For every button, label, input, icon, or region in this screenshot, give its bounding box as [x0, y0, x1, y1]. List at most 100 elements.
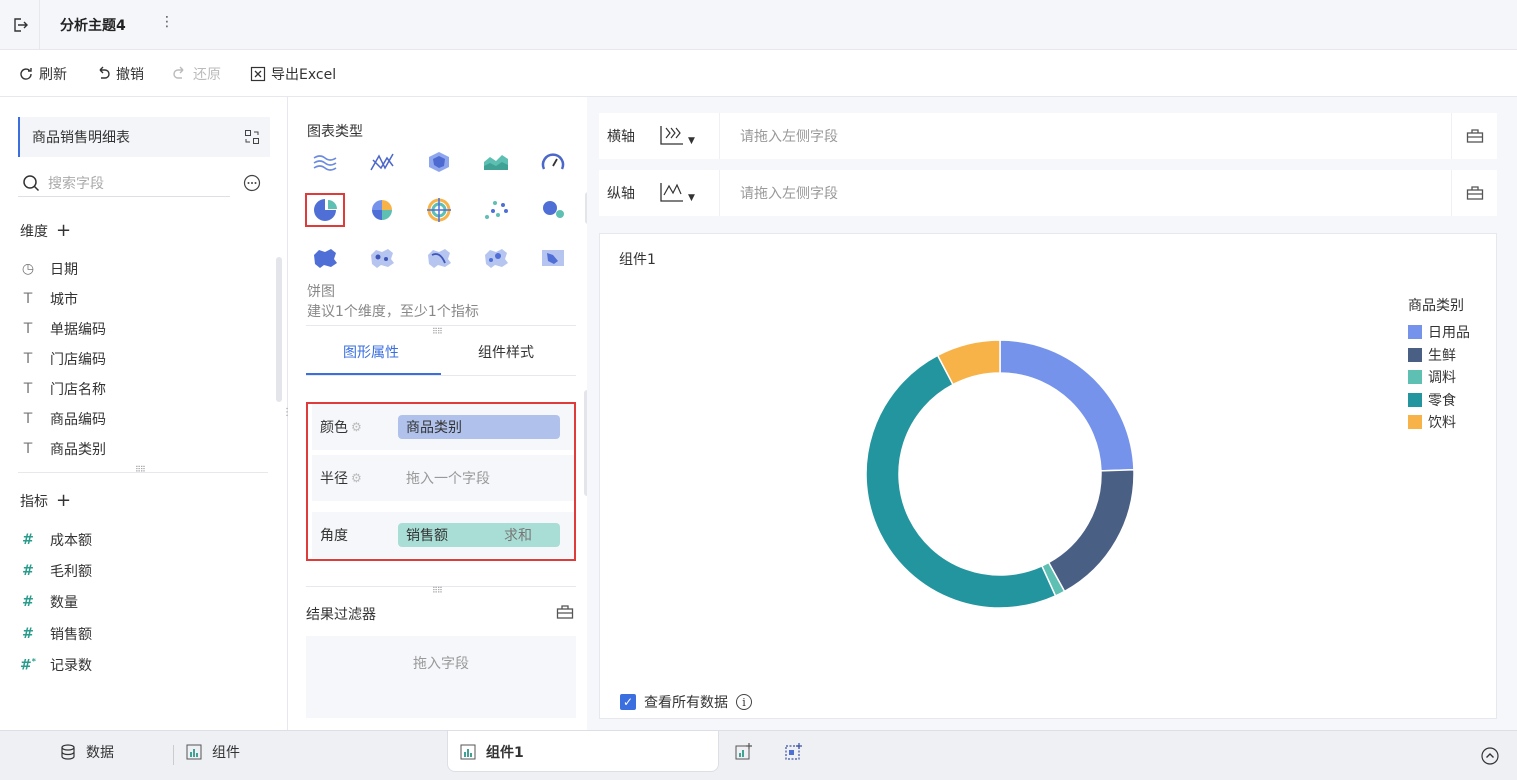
dataset-selector[interactable]: 商品销售明细表 [18, 117, 270, 157]
measures-header: 指标 + [20, 490, 71, 511]
redo-button[interactable]: 还原 [172, 64, 221, 84]
dimension-item[interactable]: ◷ 日期 [20, 259, 78, 279]
radius-drop-zone[interactable]: 拖入一个字段 [398, 466, 560, 490]
add-component-icon[interactable] [735, 743, 753, 765]
y-axis-type-icon[interactable]: ▼ [659, 181, 695, 203]
add-dashboard-icon[interactable] [785, 743, 803, 765]
measure-item[interactable]: #* 记录数 [20, 655, 92, 675]
dimension-item[interactable]: T 城市 [20, 289, 78, 309]
legend-swatch [1408, 347, 1422, 362]
legend-item[interactable]: 饮料 [1408, 411, 1470, 434]
x-axis-settings-icon[interactable] [1451, 113, 1497, 159]
dimension-item[interactable]: T 商品编码 [20, 409, 106, 429]
resize-handle[interactable]: ⠿⠿ [135, 465, 146, 474]
exit-icon[interactable] [0, 0, 40, 50]
y-axis-settings-icon[interactable] [1451, 170, 1497, 216]
stream-chart-icon[interactable] [305, 145, 345, 179]
map-chart-icon[interactable] [305, 241, 345, 275]
settings-icon[interactable]: ⚙ [351, 471, 362, 485]
resize-handle[interactable]: ⠿⠿ [432, 586, 443, 595]
dimension-item[interactable]: T 商品类别 [20, 439, 106, 459]
angle-property: 角度 销售额 求和 [312, 512, 574, 558]
field-search-input[interactable]: 搜索字段 [18, 169, 230, 197]
measure-item[interactable]: # 毛利额 [20, 561, 92, 581]
active-tab-label: 组件1 [486, 745, 524, 761]
radar-chart-icon[interactable] [419, 145, 459, 179]
x-axis-type-icon[interactable]: ▼ [659, 124, 695, 146]
number-type-icon: # [22, 563, 34, 579]
graphic-properties: 颜色 ⚙ 商品类别 半径 ⚙ 拖入一个字段 角度 销售额 求和 [306, 402, 576, 561]
pie-slice-2[interactable] [1047, 469, 1135, 593]
active-component-tab[interactable]: 组件1 [447, 731, 719, 772]
heat-map-icon[interactable] [476, 241, 516, 275]
scatter-map-icon[interactable] [362, 241, 402, 275]
dimension-label: 商品编码 [50, 412, 106, 428]
legend-item[interactable]: 生鲜 [1408, 344, 1470, 367]
component-tab-label: 组件 [212, 745, 240, 761]
checkbox-checked[interactable]: ✓ [620, 694, 636, 710]
multi-pie-chart-icon[interactable] [362, 193, 402, 227]
result-filter-title: 结果过滤器 [306, 607, 376, 623]
legend: 商品类别 日用品 生鲜 调料 零食 饮料 [1408, 295, 1470, 434]
divider [173, 745, 174, 765]
radar-line-chart-icon[interactable] [362, 145, 402, 179]
measure-item[interactable]: # 数量 [20, 592, 78, 612]
filter-drop-zone[interactable]: 拖入字段 [306, 636, 576, 718]
more-options-icon[interactable] [243, 174, 261, 196]
y-axis-label: 纵轴 [607, 186, 635, 202]
record-count-icon: #* [20, 656, 36, 674]
filter-settings-icon[interactable] [556, 604, 574, 624]
y-axis-placeholder: 请拖入左侧字段 [740, 186, 838, 202]
data-tab[interactable]: 数据 [60, 742, 114, 762]
legend-item[interactable]: 日用品 [1408, 321, 1470, 344]
dimension-item[interactable]: T 门店名称 [20, 379, 106, 399]
refresh-button[interactable]: 刷新 [18, 64, 67, 84]
add-dimension-icon[interactable]: + [56, 220, 71, 241]
chart-type-title: 图表类型 [307, 124, 363, 140]
flow-map-icon[interactable] [419, 241, 459, 275]
y-axis-drop-zone[interactable]: 请拖入左侧字段 [719, 170, 1451, 216]
legend-label: 饮料 [1428, 415, 1456, 432]
more-icon[interactable]: ⋮ [160, 14, 174, 30]
selected-chart-hint: 建议1个维度，至少1个指标 [307, 304, 479, 320]
bubble-chart-icon[interactable] [533, 193, 573, 227]
dimension-item[interactable]: T 单据编码 [20, 319, 106, 339]
component-tab[interactable]: 组件 [186, 742, 240, 762]
filter-placeholder: 拖入字段 [413, 656, 469, 672]
switch-dataset-icon[interactable] [244, 129, 260, 145]
pie-slice-1[interactable] [999, 339, 1135, 472]
component-title: 组件1 [619, 252, 656, 268]
angle-field: 销售额 [406, 528, 448, 544]
dimension-item[interactable]: T 门店编码 [20, 349, 106, 369]
text-type-icon: T [23, 441, 33, 457]
measure-item[interactable]: # 成本额 [20, 530, 92, 550]
pie-slice-4[interactable] [865, 354, 1057, 609]
tab-component-style[interactable]: 组件样式 [478, 342, 534, 362]
pie-chart-icon[interactable] [305, 193, 345, 227]
legend-item[interactable]: 调料 [1408, 366, 1470, 389]
tab-graphic-properties[interactable]: 图形属性 [343, 342, 399, 362]
aggregation-label[interactable]: 求和 [504, 525, 532, 545]
legend-item[interactable]: 零食 [1408, 389, 1470, 412]
area-chart-icon[interactable] [476, 145, 516, 179]
gauge-chart-icon[interactable] [533, 145, 573, 179]
measure-item[interactable]: # 销售额 [20, 624, 92, 644]
x-axis-drop-zone[interactable]: 请拖入左侧字段 [719, 113, 1451, 159]
rose-chart-icon[interactable] [419, 193, 459, 227]
custom-map-icon[interactable] [533, 241, 573, 275]
radius-label: 半径 [320, 471, 348, 487]
undo-button[interactable]: 撤销 [95, 64, 144, 84]
export-excel-button[interactable]: 导出Excel [250, 64, 336, 84]
chart-area: 横轴 ▼ 请拖入左侧字段 纵轴 ▼ 请拖入左侧字段 组件1 商品类别 日用品 生鲜… [587, 97, 1517, 730]
color-field-pill[interactable]: 商品类别 [398, 415, 560, 439]
settings-icon[interactable]: ⚙ [351, 420, 362, 434]
dimension-label: 商品类别 [50, 442, 106, 458]
scatter-chart-icon[interactable] [476, 193, 516, 227]
scrollbar[interactable] [276, 257, 282, 402]
measure-label: 毛利额 [50, 564, 92, 580]
view-all-data-option[interactable]: ✓ 查看所有数据 i [620, 692, 752, 712]
collapse-icon[interactable] [1481, 747, 1499, 769]
angle-field-pill[interactable]: 销售额 求和 [398, 523, 560, 547]
info-icon[interactable]: i [736, 694, 752, 710]
add-measure-icon[interactable]: + [56, 490, 71, 511]
